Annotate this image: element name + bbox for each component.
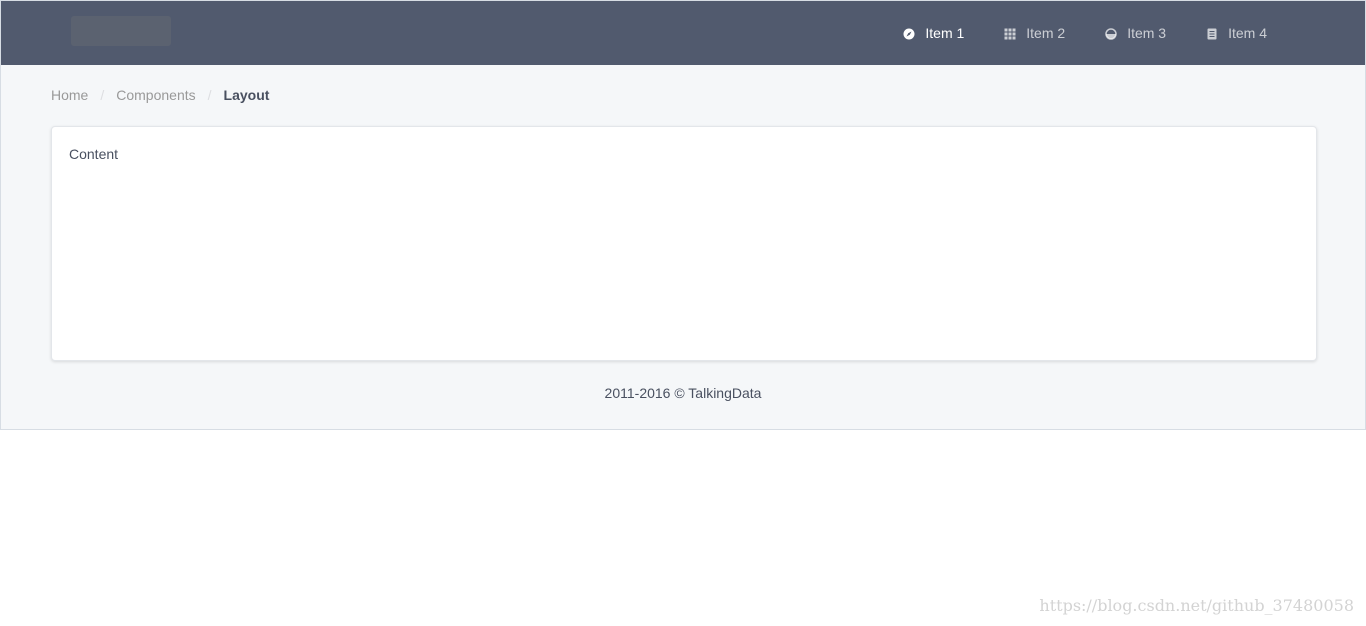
menu-item-2[interactable]: Item 2 xyxy=(984,1,1085,65)
logo[interactable] xyxy=(71,16,171,46)
breadcrumb-separator: / xyxy=(100,87,105,103)
menu-item-label: Item 2 xyxy=(1026,25,1066,41)
menu-item-label: Item 3 xyxy=(1127,25,1167,41)
document-icon xyxy=(1206,27,1218,40)
grid-icon xyxy=(1004,27,1016,40)
footer: 2011-2016 © TalkingData xyxy=(604,385,762,401)
breadcrumb: Home / Components / Layout xyxy=(51,87,269,103)
watermark: https://blog.csdn.net/github_37480058 xyxy=(1039,596,1354,615)
breadcrumb-components[interactable]: Components xyxy=(116,87,195,103)
top-menu: Item 1 Item 2 Item 3 Item 4 xyxy=(883,1,1287,65)
menu-item-1[interactable]: Item 1 xyxy=(883,1,984,65)
layout: Item 1 Item 2 Item 3 Item 4 Home / Compo… xyxy=(0,0,1366,430)
content-text: Content xyxy=(69,146,119,162)
menu-item-label: Item 4 xyxy=(1228,25,1267,41)
header: Item 1 Item 2 Item 3 Item 4 xyxy=(1,1,1365,65)
breadcrumb-layout: Layout xyxy=(223,87,270,103)
menu-item-label: Item 1 xyxy=(925,25,965,41)
compass-icon xyxy=(903,27,915,40)
pie-chart-icon xyxy=(1105,27,1117,40)
breadcrumb-separator: / xyxy=(207,87,212,103)
menu-item-3[interactable]: Item 3 xyxy=(1085,1,1186,65)
menu-item-4[interactable]: Item 4 xyxy=(1186,1,1287,65)
content-card: Content xyxy=(51,126,1317,361)
breadcrumb-home[interactable]: Home xyxy=(51,87,88,103)
